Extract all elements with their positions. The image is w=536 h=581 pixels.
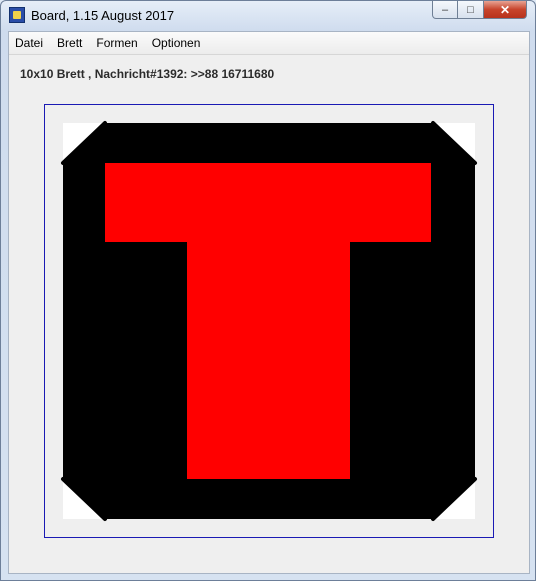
status-message: 10x10 Brett , Nachricht#1392: >>88 16711… [20, 67, 275, 81]
minimize-button[interactable]: – [432, 1, 458, 19]
title-bar[interactable]: Board, 1.15 August 2017 – □ ✕ [1, 1, 535, 31]
window-controls: – □ ✕ [432, 1, 527, 21]
t-shape-stem[interactable] [187, 242, 350, 479]
t-shape-bar[interactable] [105, 163, 431, 242]
menu-datei[interactable]: Datei [9, 32, 50, 54]
maximize-icon: □ [467, 3, 474, 16]
maximize-button[interactable]: □ [458, 1, 484, 19]
minimize-icon: – [441, 3, 449, 16]
menu-brett[interactable]: Brett [50, 32, 89, 54]
board-panel[interactable] [44, 104, 494, 538]
client-area: Datei Brett Formen Optionen 10x10 Brett … [8, 31, 530, 574]
board-canvas[interactable] [45, 105, 493, 537]
menu-formen[interactable]: Formen [89, 32, 144, 54]
board-app-icon[interactable] [9, 7, 25, 23]
menu-optionen[interactable]: Optionen [145, 32, 208, 54]
close-icon: ✕ [499, 2, 511, 17]
menu-bar: Datei Brett Formen Optionen [9, 32, 529, 55]
app-window: Board, 1.15 August 2017 – □ ✕ Datei Bret… [0, 0, 536, 581]
close-button[interactable]: ✕ [484, 1, 527, 19]
window-title: Board, 1.15 August 2017 [31, 8, 175, 23]
